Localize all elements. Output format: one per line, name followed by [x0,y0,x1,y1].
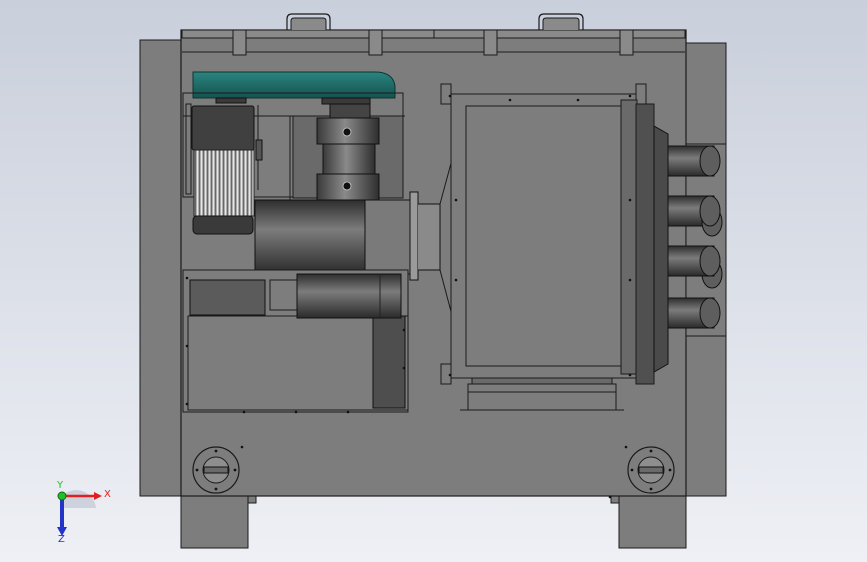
heat-exchanger[interactable] [440,83,669,411]
electric-motor[interactable] [191,105,263,235]
blower-inlet[interactable] [296,273,402,319]
right-foot[interactable] [618,495,687,549]
left-foot-tab [247,495,257,504]
blower-volute[interactable] [254,191,441,281]
triad-y-label: Y [56,480,64,491]
inspection-port-right[interactable] [627,446,675,494]
left-foot[interactable] [180,495,249,549]
pipe-1 [667,145,721,177]
triad-y-axis [57,491,67,501]
pipe-4 [667,297,721,329]
assembly-drawing: X Y Z [0,0,867,562]
triad-z-label: Z [58,534,65,545]
inspection-port-left[interactable] [192,446,240,494]
right-foot-tab [610,495,620,504]
cad-viewport[interactable]: X Y Z [0,0,867,562]
bearing-housing[interactable] [292,103,404,201]
left-side-panel[interactable] [139,39,183,497]
triad-x-label: X [104,489,111,500]
